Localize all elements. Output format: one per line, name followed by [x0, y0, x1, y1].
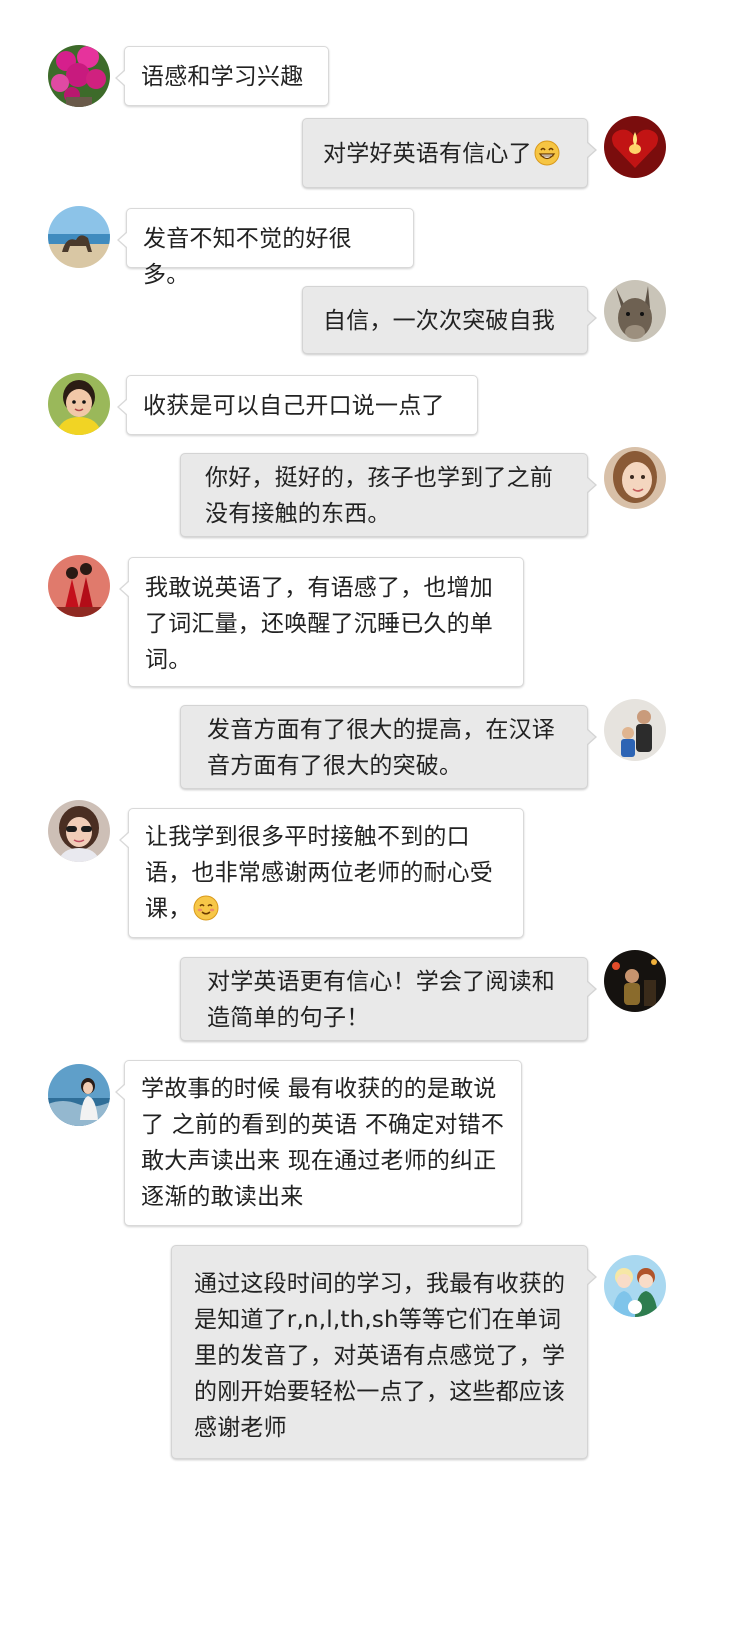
message-bubble[interactable]: 对学英语更有信心！学会了阅读和造简单的句子！ — [180, 957, 597, 1041]
magenta-flowers-avatar-icon — [48, 45, 110, 107]
message-bubble[interactable]: 收获是可以自己开口说一点了 — [117, 375, 478, 435]
message-text: 你好，挺好的，孩子也学到了之前没有接触的东西。 — [205, 465, 553, 527]
message-bubble[interactable]: 学故事的时候 最有收获的的是敢说了 之前的看到的英语 不确定对错不敢大声读出来 … — [115, 1060, 522, 1226]
message-text: 对学英语更有信心！学会了阅读和造简单的句子！ — [207, 969, 555, 1031]
message-text: 通过这段时间的学习，我最有收获的是知道了r,n,l,th,sh等等它们在单词里的… — [194, 1271, 566, 1441]
message-text: 学故事的时候 最有收获的的是敢说了 之前的看到的英语 不确定对错不敢大声读出来 … — [141, 1076, 505, 1210]
avatar-child[interactable] — [48, 373, 110, 435]
message-text: 发音方面有了很大的提高，在汉译音方面有了很大的突破。 — [207, 717, 555, 779]
avatar-donkey[interactable] — [604, 280, 666, 342]
message-text: 我敢说英语了，有语感了，也增加了词汇量，还唤醒了沉睡已久的单词。 — [145, 575, 493, 673]
grinning-face-emoji-icon — [534, 140, 560, 166]
avatar-beach[interactable] — [48, 206, 110, 268]
woman-sunglasses-avatar-icon — [48, 800, 110, 862]
message-bubble[interactable]: 我敢说英语了，有语感了，也增加了词汇量，还唤醒了沉睡已久的单词。 — [119, 557, 524, 687]
dark-night-avatar-icon — [604, 950, 666, 1012]
message-text: 对学好英语有信心了 — [323, 141, 532, 167]
avatar-candle[interactable] — [604, 116, 666, 178]
avatar-parent-child[interactable] — [604, 699, 666, 761]
girl-portrait-avatar-icon — [604, 447, 666, 509]
avatar-flowers[interactable] — [48, 45, 110, 107]
message-bubble[interactable]: 通过这段时间的学习，我最有收获的是知道了r,n,l,th,sh等等它们在单词里的… — [171, 1245, 597, 1459]
message-bubble[interactable]: 你好，挺好的，孩子也学到了之前没有接触的东西。 — [180, 453, 597, 537]
smiling-face-emoji-icon — [193, 895, 219, 921]
cartoon-princesses-avatar-icon — [604, 1255, 666, 1317]
avatar-red-dress[interactable] — [48, 555, 110, 617]
message-text: 发音不知不觉的好很多。 — [143, 226, 352, 288]
chat-thread: 语感和学习兴趣 对学好英语有信心了 发音不知不觉的好很多。 自信，一次次突破自我 — [0, 0, 750, 1650]
donkey-avatar-icon — [604, 280, 666, 342]
message-bubble[interactable]: 让我学到很多平时接触不到的口语，也非常感谢两位老师的耐心受课， — [119, 808, 524, 938]
message-bubble[interactable]: 对学好英语有信心了 — [302, 118, 597, 188]
avatar-woman-sunglasses[interactable] — [48, 800, 110, 862]
avatar-woman-sea[interactable] — [48, 1064, 110, 1126]
message-text: 自信，一次次突破自我 — [323, 308, 555, 334]
message-bubble[interactable]: 自信，一次次突破自我 — [302, 286, 597, 354]
red-dress-girls-avatar-icon — [48, 555, 110, 617]
beach-camel-avatar-icon — [48, 206, 110, 268]
candle-heart-avatar-icon — [604, 116, 666, 178]
avatar-princesses[interactable] — [604, 1255, 666, 1317]
child-yellow-shirt-avatar-icon — [48, 373, 110, 435]
avatar-girl[interactable] — [604, 447, 666, 509]
message-bubble[interactable]: 发音方面有了很大的提高，在汉译音方面有了很大的突破。 — [180, 705, 597, 789]
message-bubble[interactable]: 发音不知不觉的好很多。 — [117, 208, 414, 288]
avatar-night[interactable] — [604, 950, 666, 1012]
parent-child-avatar-icon — [604, 699, 666, 761]
woman-sea-avatar-icon — [48, 1064, 110, 1126]
message-text: 收获是可以自己开口说一点了 — [143, 393, 445, 419]
message-bubble[interactable]: 语感和学习兴趣 — [115, 46, 329, 106]
message-text: 语感和学习兴趣 — [141, 64, 304, 90]
